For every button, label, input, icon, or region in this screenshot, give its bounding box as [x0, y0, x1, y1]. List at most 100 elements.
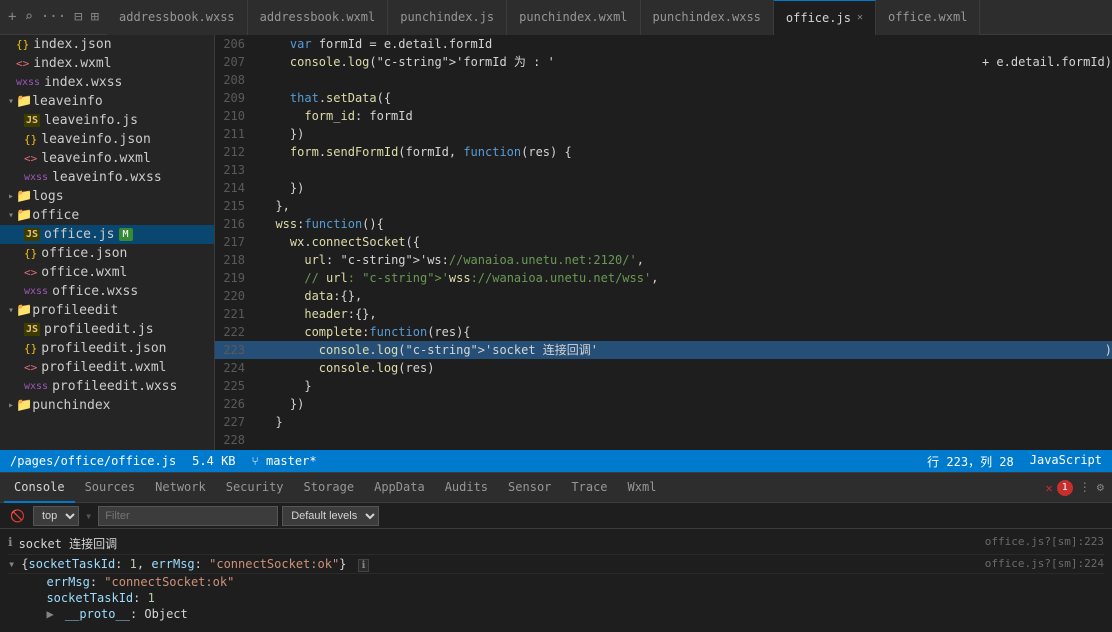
line-content[interactable]: wx.connectSocket({ — [257, 233, 1112, 251]
devtools-tab-audits[interactable]: Audits — [435, 473, 498, 503]
devtools-tab-wxml[interactable]: Wxml — [618, 473, 667, 503]
line-content[interactable]: that.setData({ — [257, 89, 1112, 107]
line-content[interactable]: }) — [257, 125, 1112, 143]
error-icon: ✕ — [1046, 481, 1053, 495]
tab-addressbook-wxml[interactable]: addressbook.wxml — [248, 0, 389, 35]
add-icon[interactable]: + — [8, 9, 16, 25]
sidebar-item-logs-folder[interactable]: ▸📁logs — [0, 187, 214, 206]
sidebar-item-office-js[interactable]: JSoffice.jsM — [0, 225, 214, 244]
code-line-214: 214 }) — [215, 179, 1112, 197]
line-content[interactable]: wss:function(){ — [257, 215, 1112, 233]
code-line-217: 217 wx.connectSocket({ — [215, 233, 1112, 251]
sidebar-label-leaveinfo-folder: leaveinfo — [32, 94, 102, 109]
sidebar-item-leaveinfo-wxss[interactable]: wxssleaveinfo.wxss — [0, 168, 214, 187]
line-content[interactable]: data:{}, — [257, 287, 1112, 305]
devtools-tab-sensor[interactable]: Sensor — [498, 473, 561, 503]
tab-punchindex-wxml[interactable]: punchindex.wxml — [507, 0, 640, 35]
split-icon[interactable]: ⊟ — [74, 9, 82, 25]
sidebar-item-profileedit-wxss[interactable]: wxssprofileedit.wxss — [0, 377, 214, 396]
line-content[interactable]: }) — [257, 179, 1112, 197]
tab-punchindex-wxss[interactable]: punchindex.wxss — [641, 0, 774, 35]
line-content[interactable] — [257, 161, 1112, 179]
layout-icon[interactable]: ⊞ — [91, 9, 99, 25]
devtools-tab-bar: ConsoleSourcesNetworkSecurityStorageAppD… — [0, 473, 1112, 503]
sidebar-label-office-wxml: office.wxml — [41, 265, 127, 280]
devtools-more-icon[interactable]: ⋮ — [1079, 480, 1091, 496]
code-area[interactable]: 206 var formId = e.detail.formId207 cons… — [215, 35, 1112, 450]
sidebar-item-leaveinfo-wxml[interactable]: <>leaveinfo.wxml — [0, 149, 214, 168]
line-content[interactable]: } — [257, 377, 1112, 395]
tab-addressbook-wxss[interactable]: addressbook.wxss — [107, 0, 248, 35]
code-line-224: 224 console.log(res) — [215, 359, 1112, 377]
line-content[interactable]: console.log("c-string">'socket 连接回调' — [257, 341, 1105, 359]
code-line-223: 223 console.log("c-string">'socket 连接回调'… — [215, 341, 1112, 359]
devtools-tab-sources[interactable]: Sources — [75, 473, 146, 503]
levels-dropdown[interactable]: Default levels — [282, 506, 379, 526]
sidebar-item-index-json[interactable]: {}index.json — [0, 35, 214, 54]
console-expand-icon[interactable]: ▾ — [8, 557, 15, 571]
console-source-2[interactable]: office.js?[sm]:224 — [985, 557, 1104, 570]
sidebar-item-profileedit-folder[interactable]: ▾📁profileedit — [0, 301, 214, 320]
devtools-tab-network[interactable]: Network — [145, 473, 216, 503]
editor: 206 var formId = e.detail.formId207 cons… — [215, 35, 1112, 450]
tab-office-wxml[interactable]: office.wxml — [876, 0, 980, 35]
sidebar-item-leaveinfo-folder[interactable]: ▾📁leaveinfo — [0, 92, 214, 111]
line-content[interactable]: var formId = e.detail.formId — [257, 35, 1112, 53]
sidebar-item-office-json[interactable]: {}office.json — [0, 244, 214, 263]
line-content[interactable] — [257, 71, 1112, 89]
line-content[interactable]: console.log("c-string">'formId 为 : ' — [257, 53, 982, 71]
clear-console-button[interactable]: 🚫 — [6, 507, 29, 525]
search-icon[interactable]: ⌕ — [24, 9, 32, 25]
devtools-settings-icon[interactable]: ⚙ — [1097, 480, 1104, 496]
line-content[interactable]: }) — [257, 395, 1112, 413]
line-content[interactable]: complete:function(res){ — [257, 323, 1112, 341]
devtools-tab-trace[interactable]: Trace — [561, 473, 617, 503]
sidebar-item-punchindex-folder[interactable]: ▸📁punchindex — [0, 396, 214, 415]
sidebar-item-office-folder[interactable]: ▾📁office — [0, 206, 214, 225]
wxml-icon-office-wxml: <> — [24, 266, 37, 279]
devtools-tab-console[interactable]: Console — [4, 473, 75, 503]
proto-expand-icon[interactable]: ▶ — [46, 607, 53, 621]
tab-office-js[interactable]: office.js✕ — [774, 0, 876, 35]
sidebar-item-profileedit-wxml[interactable]: <>profileedit.wxml — [0, 358, 214, 377]
line-content[interactable]: header:{}, — [257, 305, 1112, 323]
wxss-icon-office-wxss: wxss — [24, 286, 48, 297]
tab-close-office-js[interactable]: ✕ — [857, 12, 863, 23]
sidebar-item-profileedit-js[interactable]: JSprofileedit.js — [0, 320, 214, 339]
sidebar-item-index-wxml[interactable]: <>index.wxml — [0, 54, 214, 73]
line-content[interactable]: // url: "c-string">'wss://wanaioa.unetu.… — [257, 269, 1112, 287]
sidebar-item-profileedit-json[interactable]: {}profileedit.json — [0, 339, 214, 358]
devtools-console-output: ℹ socket 连接回调 office.js?[sm]:223 ▾ {sock… — [0, 529, 1112, 632]
more-icon[interactable]: ··· — [41, 9, 66, 25]
tab-label: addressbook.wxml — [260, 10, 376, 24]
line-content[interactable] — [257, 431, 1112, 449]
sidebar-item-office-wxml[interactable]: <> office.wxml — [0, 263, 214, 282]
line-content[interactable]: form.sendFormId(formId, function(res) { — [257, 143, 1112, 161]
sidebar-item-leaveinfo-js[interactable]: JSleaveinfo.js — [0, 111, 214, 130]
line-number: 210 — [215, 107, 257, 125]
line-content[interactable]: form_id: formId — [257, 107, 1112, 125]
sidebar-label-profileedit-wxss: profileedit.wxss — [52, 379, 177, 394]
console-source-1[interactable]: office.js?[sm]:223 — [985, 535, 1104, 548]
line-number: 207 — [215, 53, 257, 71]
tab-punchindex-js[interactable]: punchindex.js — [388, 0, 507, 35]
sidebar-item-office-wxss[interactable]: wxssoffice.wxss — [0, 282, 214, 301]
code-line-209: 209 that.setData({ — [215, 89, 1112, 107]
error-badge: ✕ 1 — [1046, 480, 1073, 496]
line-content[interactable]: }, — [257, 197, 1112, 215]
line-content[interactable]: console.log(res) — [257, 359, 1112, 377]
devtools-tab-appdata[interactable]: AppData — [364, 473, 435, 503]
line-content[interactable]: } — [257, 413, 1112, 431]
console-line-1: ℹ socket 连接回调 office.js?[sm]:223 — [8, 533, 1104, 555]
line-content[interactable]: url: "c-string">'ws://wanaioa.unetu.net:… — [257, 251, 1112, 269]
sidebar-label-office-folder: office — [32, 208, 79, 223]
devtools-tab-storage[interactable]: Storage — [294, 473, 365, 503]
filter-input[interactable] — [98, 506, 278, 526]
console-line-2: ▾ {socketTaskId: 1, errMsg: "connectSock… — [8, 555, 1104, 574]
code-line-211: 211 }) — [215, 125, 1112, 143]
sidebar-item-index-wxss[interactable]: wxssindex.wxss — [0, 73, 214, 92]
tree-item-errmsg: errMsg: "connectSocket:ok" — [32, 574, 1104, 590]
devtools-tab-security[interactable]: Security — [216, 473, 294, 503]
context-selector[interactable]: top — [33, 506, 79, 526]
sidebar-item-leaveinfo-json[interactable]: {}leaveinfo.json — [0, 130, 214, 149]
